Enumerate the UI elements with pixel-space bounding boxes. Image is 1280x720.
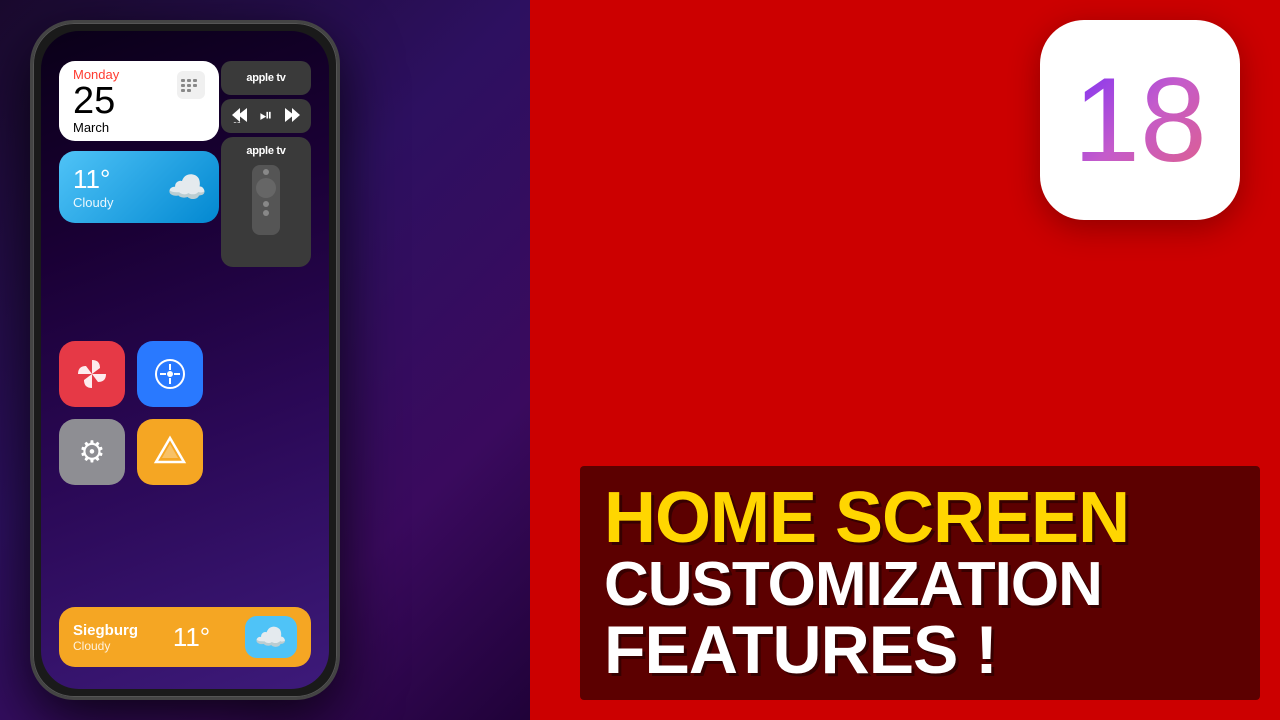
skip-fwd-button[interactable] (281, 107, 303, 126)
bottom-weather-bar: Siegburg Cloudy 11° ☁️ (59, 607, 311, 667)
weather-widget: 11° Cloudy ☁️ (59, 151, 219, 223)
app-icon-drive[interactable] (137, 419, 203, 485)
gear-icon: ⚙ (79, 435, 106, 470)
ios18-number: 18 (1073, 60, 1206, 180)
apple-tv-remote: apple tv (221, 137, 311, 267)
remote-dot-3 (263, 210, 269, 216)
app-grid: ⚙ (59, 341, 203, 485)
main-scene: Monday 25 March (0, 0, 1280, 720)
bottom-city: Siegburg (73, 622, 138, 639)
bottom-cloud-icon: ☁️ (245, 616, 297, 658)
weather-cloud-icon: ☁️ (167, 168, 207, 206)
remote-appletv-label: apple tv (246, 145, 285, 157)
remote-dot-1 (263, 169, 269, 175)
appletv-label: apple tv (246, 72, 285, 84)
bottom-temperature: 11° (173, 622, 210, 653)
phone-frame: Monday 25 March (30, 20, 340, 700)
ios18-container: 18 (1040, 20, 1240, 220)
bottom-location: Siegburg Cloudy (73, 622, 138, 653)
apple-tv-button[interactable]: apple tv (221, 61, 311, 95)
remote-dot-2 (263, 201, 269, 207)
title-line1: HOME SCREEN (604, 482, 1236, 554)
app-icon-pinwheel[interactable] (59, 341, 125, 407)
bottom-condition: Cloudy (73, 639, 138, 653)
controls-cluster: apple tv 60 ⏯ (221, 61, 311, 267)
media-controls-row: 60 ⏯ (221, 99, 311, 133)
svg-text:60: 60 (233, 122, 241, 123)
play-pause-button[interactable]: ⏯ (260, 107, 273, 125)
phone-screen: Monday 25 March (41, 31, 329, 689)
ios18-icon: 18 (1040, 20, 1240, 220)
remote-icon (252, 165, 280, 235)
title-line2: CUSTOMIZATION (604, 554, 1236, 616)
app-icon-settings[interactable]: ⚙ (59, 419, 125, 485)
skip-back-button[interactable]: 60 (229, 107, 251, 126)
title-block: HOME SCREEN CUSTOMIZATION FEATURES ! (580, 466, 1260, 700)
calendar-month: March (73, 120, 205, 135)
title-line3: FEATURES ! (604, 616, 1236, 684)
calendar-icon (177, 71, 205, 99)
app-icon-compass[interactable] (137, 341, 203, 407)
calendar-widget: Monday 25 March (59, 61, 219, 141)
remote-pad (256, 178, 276, 198)
